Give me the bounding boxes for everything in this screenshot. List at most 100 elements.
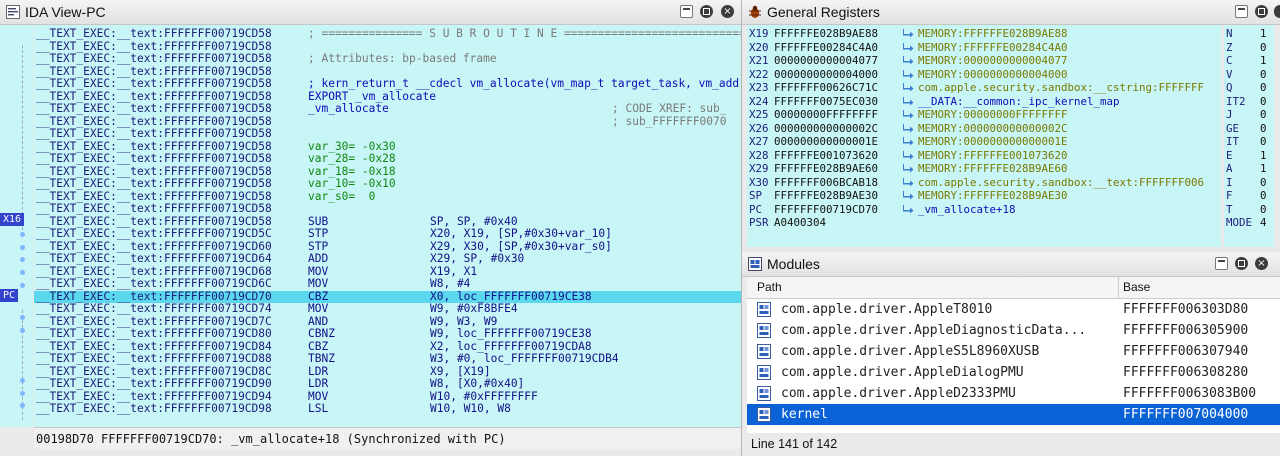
- code-line[interactable]: __TEXT_EXEC:__text:FFFFFFF00719CD58 _vm_a…: [34, 102, 741, 116]
- code-line[interactable]: __TEXT_EXEC:__text:FFFFFFF00719CD58: [34, 202, 741, 216]
- code-xref[interactable]: ; CODE XREF: sub_: [612, 102, 727, 116]
- close-window-icon[interactable]: ×: [1255, 257, 1268, 270]
- code-line[interactable]: __TEXT_EXEC:__text:FFFFFFF00719CD58 ; ===…: [34, 27, 741, 41]
- flag-value[interactable]: 1: [1260, 162, 1267, 176]
- flag-row[interactable]: Z0: [1224, 41, 1274, 55]
- register-row[interactable]: X30 FFFFFFF006BCAB18 com.apple.security.sa…: [747, 176, 1221, 190]
- flags-list[interactable]: N 1 Z 0 C 1 V 0 Q 0 IT2 0 J 0 GE 0 IT 0 E 1 A 1 I 0 F 0 T 0 MODE 4: [1224, 25, 1274, 247]
- register-value[interactable]: FFFFFFF00719CD70: [774, 203, 878, 217]
- register-value[interactable]: FFFFFFE028B9AE88: [774, 27, 878, 41]
- flag-row[interactable]: C1: [1224, 54, 1274, 68]
- register-target[interactable]: MEMORY:FFFFFFE028B9AE88: [918, 27, 1068, 41]
- register-row[interactable]: X29 FFFFFFE028B9AE60 MEMORY:FFFFFFE028B9AE…: [747, 162, 1221, 176]
- operands[interactable]: W9, loc_FFFFFFF00719CE38: [430, 327, 592, 341]
- code-line[interactable]: __TEXT_EXEC:__text:FFFFFFF00719CD5C STP X2…: [34, 227, 741, 241]
- flag-value[interactable]: 0: [1260, 176, 1267, 190]
- code-line[interactable]: __TEXT_EXEC:__text:FFFFFFF00719CD58 var_1…: [34, 177, 741, 191]
- flag-row[interactable]: F0: [1224, 189, 1274, 203]
- register-target[interactable]: MEMORY:000000000000001E: [918, 135, 1068, 149]
- register-row[interactable]: X22 0000000000004000 MEMORY:00000000000040…: [747, 68, 1221, 82]
- register-target[interactable]: __DATA:__common:_ipc_kernel_map: [918, 95, 1120, 109]
- register-row[interactable]: X27 000000000000001E MEMORY:00000000000000…: [747, 135, 1221, 149]
- flag-value[interactable]: 0: [1260, 41, 1267, 55]
- flag-row[interactable]: Q0: [1224, 81, 1274, 95]
- register-target[interactable]: com.apple.security.sandbox:__text:FFFFFF…: [918, 176, 1204, 190]
- code-line[interactable]: __TEXT_EXEC:__text:FFFFFFF00719CD58: [34, 127, 741, 141]
- code-line[interactable]: __TEXT_EXEC:__text:FFFFFFF00719CD58 ; Att…: [34, 52, 741, 66]
- code-line[interactable]: __TEXT_EXEC:__text:FFFFFFF00719CD98 LSL W1…: [34, 402, 741, 416]
- register-value[interactable]: FFFFFFE00284C4A0: [774, 41, 878, 55]
- register-row[interactable]: X25 00000000FFFFFFFF MEMORY:00000000FFFFFF…: [747, 108, 1221, 122]
- code-xref[interactable]: ; sub_FFFFFFF0070: [612, 115, 727, 129]
- register-value[interactable]: 0000000000004077: [774, 54, 878, 68]
- module-row[interactable]: com.apple.driver.AppleS5L8960XUSB FFFFFFF…: [747, 341, 1280, 362]
- register-row[interactable]: X28 FFFFFFE001073620 MEMORY:FFFFFFE0010736…: [747, 149, 1221, 163]
- register-value[interactable]: FFFFFFF0075EC030: [774, 95, 878, 109]
- operands[interactable]: W3, #0, loc_FFFFFFF00719CDB4: [430, 352, 619, 366]
- close-window-icon[interactable]: ×: [721, 5, 734, 18]
- restore-window-icon[interactable]: [700, 5, 713, 18]
- code-line[interactable]: __TEXT_EXEC:__text:FFFFFFF00719CD6C MOV W8…: [34, 277, 741, 291]
- register-target[interactable]: MEMORY:FFFFFFE028B9AE60: [918, 162, 1068, 176]
- register-target[interactable]: MEMORY:FFFFFFE028B9AE30: [918, 189, 1068, 203]
- register-value[interactable]: 0000000000004000: [774, 68, 878, 82]
- close-window-icon[interactable]: [1274, 5, 1280, 18]
- module-row-selected[interactable]: kernel FFFFFFF007004000: [747, 404, 1280, 425]
- register-value[interactable]: FFFFFFF00626C71C: [774, 81, 878, 95]
- register-target[interactable]: _vm_allocate+18: [918, 203, 1016, 217]
- flag-value[interactable]: 0: [1260, 122, 1267, 136]
- operands[interactable]: W8, [X0,#0x40]: [430, 377, 524, 391]
- register-target[interactable]: com.apple.security.sandbox:__cstring:FFF…: [918, 81, 1204, 95]
- float-window-icon[interactable]: [1215, 257, 1228, 270]
- module-row[interactable]: com.apple.driver.AppleDialogPMU FFFFFFF00…: [747, 362, 1280, 383]
- flag-row[interactable]: MODE 4: [1224, 216, 1274, 230]
- register-row[interactable]: X20 FFFFFFE00284C4A0 MEMORY:FFFFFFE00284C4…: [747, 41, 1221, 55]
- float-window-icon[interactable]: [680, 5, 693, 18]
- register-list[interactable]: X19 FFFFFFE028B9AE88 MEMORY:FFFFFFE028B9AE…: [747, 25, 1221, 247]
- register-target[interactable]: MEMORY:0000000000004077: [918, 54, 1068, 68]
- code-line[interactable]: __TEXT_EXEC:__text:FFFFFFF00719CD64 ADD X2…: [34, 252, 741, 266]
- register-value[interactable]: FFFFFFE028B9AE30: [774, 189, 878, 203]
- module-row[interactable]: com.apple.driver.AppleD2333PMU FFFFFFF006…: [747, 383, 1280, 404]
- code-line[interactable]: __TEXT_EXEC:__text:FFFFFFF00719CD74 MOV W9…: [34, 302, 741, 316]
- flag-row[interactable]: GE 0: [1224, 122, 1274, 136]
- register-value[interactable]: 000000000000002C: [774, 122, 878, 136]
- register-value[interactable]: FFFFFFF006BCAB18: [774, 176, 878, 190]
- register-target[interactable]: MEMORY:00000000FFFFFFFF: [918, 108, 1068, 122]
- operands[interactable]: X20, X19, [SP,#0x30+var_10]: [430, 227, 612, 241]
- module-row[interactable]: com.apple.driver.AppleDiagnosticData... F…: [747, 320, 1280, 341]
- flag-row[interactable]: E1: [1224, 149, 1274, 163]
- register-row[interactable]: X21 0000000000004077 MEMORY:00000000000040…: [747, 54, 1221, 68]
- register-value[interactable]: FFFFFFE001073620: [774, 149, 878, 163]
- operands[interactable]: X29, SP, #0x30: [430, 252, 524, 266]
- flag-row[interactable]: J0: [1224, 108, 1274, 122]
- column-header-base[interactable]: Base: [1123, 280, 1150, 294]
- register-target[interactable]: MEMORY:0000000000004000: [918, 68, 1068, 82]
- column-divider[interactable]: [1118, 277, 1119, 298]
- flag-value[interactable]: 0: [1260, 189, 1267, 203]
- register-target[interactable]: MEMORY:FFFFFFE001073620: [918, 149, 1068, 163]
- code-line[interactable]: __TEXT_EXEC:__text:FFFFFFF00719CD58 ; ker…: [34, 77, 741, 91]
- flag-value[interactable]: 0: [1260, 203, 1267, 217]
- register-row[interactable]: X26 000000000000002C MEMORY:00000000000000…: [747, 122, 1221, 136]
- code-line[interactable]: __TEXT_EXEC:__text:FFFFFFF00719CD90 LDR W8…: [34, 377, 741, 391]
- operands[interactable]: W8, #4: [430, 277, 470, 291]
- flag-row[interactable]: IT2 0: [1224, 95, 1274, 109]
- flag-row[interactable]: I0: [1224, 176, 1274, 190]
- function-name[interactable]: _vm_allocate: [308, 102, 389, 116]
- flag-row[interactable]: IT 0: [1224, 135, 1274, 149]
- flag-value[interactable]: 1: [1260, 149, 1267, 163]
- flag-value[interactable]: 1: [1260, 54, 1267, 68]
- flag-value[interactable]: 4: [1260, 216, 1267, 230]
- register-row[interactable]: X24 FFFFFFF0075EC030 __DATA:__common:_ipc_…: [747, 95, 1221, 109]
- flag-value[interactable]: 0: [1260, 95, 1267, 109]
- code-line[interactable]: __TEXT_EXEC:__text:FFFFFFF00719CD58 var_2…: [34, 152, 741, 166]
- register-row[interactable]: X23 FFFFFFF00626C71C com.apple.security.sa…: [747, 81, 1221, 95]
- column-header-path[interactable]: Path: [757, 280, 782, 294]
- code-line[interactable]: __TEXT_EXEC:__text:FFFFFFF00719CD80 CBNZ W…: [34, 327, 741, 341]
- flag-row[interactable]: T0: [1224, 203, 1274, 217]
- operands[interactable]: W9, #0xF8BFE4: [430, 302, 518, 316]
- flag-value[interactable]: 1: [1260, 27, 1267, 41]
- float-window-icon[interactable]: [1235, 5, 1248, 18]
- register-value[interactable]: 00000000FFFFFFFF: [774, 108, 878, 122]
